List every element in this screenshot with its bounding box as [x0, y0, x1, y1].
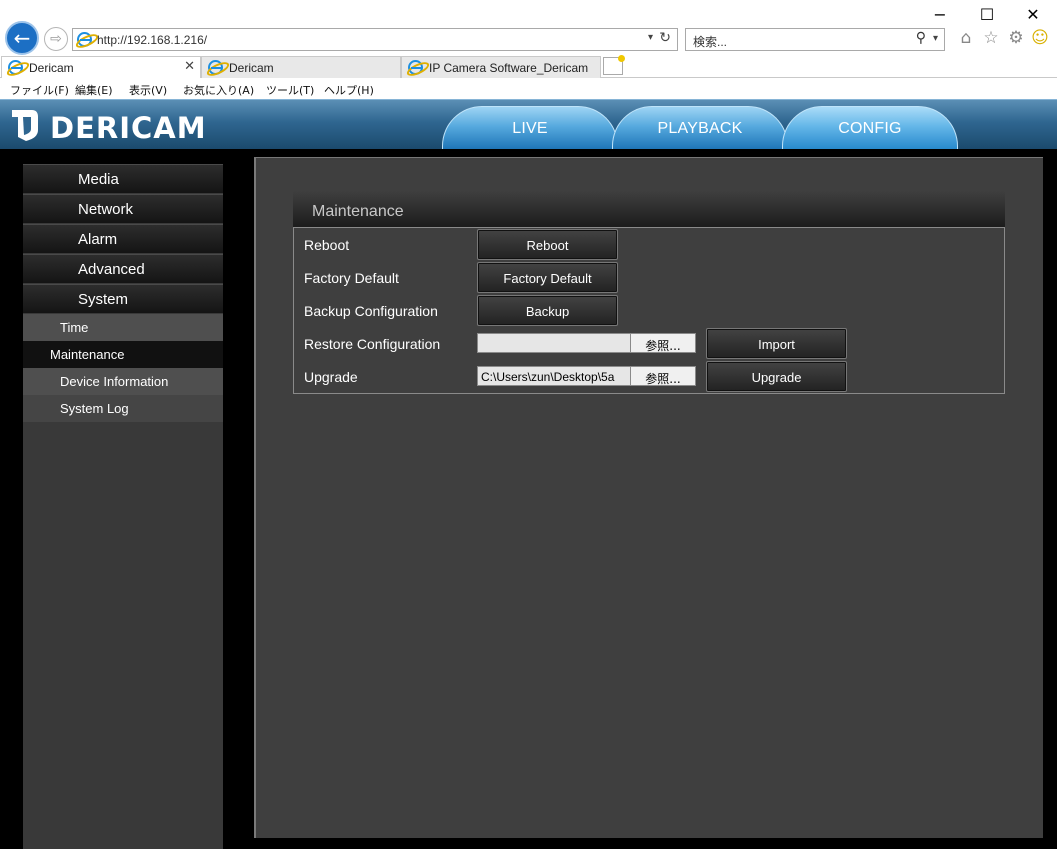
sidebar-item-label: Advanced	[78, 261, 145, 278]
button-label: 参照...	[645, 339, 681, 353]
search-input[interactable]: 検索... ⚲ ▾	[685, 28, 945, 51]
close-tab-icon[interactable]: ✕	[184, 59, 195, 74]
maintenance-section-header: Maintenance	[293, 190, 1005, 227]
address-text: http://192.168.1.216/	[97, 33, 208, 47]
sidebar-subitem-device-information[interactable]: Device Information	[23, 368, 223, 395]
app-header: DERICAM LIVE PLAYBACK CONFIG	[0, 99, 1057, 150]
import-button[interactable]: Import	[706, 328, 847, 359]
button-label: Reboot	[526, 238, 569, 253]
restore-browse-button[interactable]: 参照...	[630, 333, 696, 353]
ie-logo-icon	[208, 60, 223, 75]
settings-gear-icon[interactable]: ⚙	[1006, 27, 1026, 49]
button-label: 参照...	[645, 372, 681, 386]
factory-default-button[interactable]: Factory Default	[477, 262, 618, 293]
search-placeholder: 検索...	[693, 35, 728, 49]
tab-dericam-active[interactable]: Dericam ✕	[1, 56, 201, 79]
sidebar-subitem-time[interactable]: Time	[23, 314, 223, 341]
sidebar-subitem-label: System Log	[60, 401, 129, 416]
upgrade-browse-button[interactable]: 参照...	[630, 366, 696, 386]
menu-bar: ファイル(F) 編集(E) 表示(V) お気に入り(A) ツール(T) ヘルプ(…	[0, 78, 1057, 99]
menu-view[interactable]: 表示(V)	[129, 82, 167, 98]
address-dropdown-icon[interactable]: ▾	[648, 32, 653, 43]
menu-file[interactable]: ファイル(F)	[10, 82, 69, 98]
factory-default-label: Factory Default	[304, 270, 399, 286]
back-button[interactable]: ←	[5, 21, 39, 55]
nav-tab-config[interactable]: CONFIG	[782, 106, 958, 150]
button-label: Backup	[525, 304, 570, 319]
tab-label: Dericam	[229, 61, 274, 75]
favorites-star-icon[interactable]: ☆	[981, 27, 1001, 49]
refresh-icon[interactable]: ↻	[659, 30, 671, 46]
sidebar-item-advanced[interactable]: Advanced	[23, 254, 223, 283]
upgrade-file-input[interactable]: C:\Users\zun\Desktop\5a	[477, 366, 631, 386]
address-bar[interactable]: http://192.168.1.216/ ▾ ↻	[72, 28, 678, 51]
close-window-button[interactable]: ✕	[1021, 4, 1045, 26]
backup-configuration-label: Backup Configuration	[304, 303, 438, 319]
sidebar-item-network[interactable]: Network	[23, 194, 223, 223]
upgrade-button[interactable]: Upgrade	[706, 361, 847, 392]
sidebar-item-label: System	[78, 291, 129, 308]
tab-dericam[interactable]: Dericam	[201, 56, 401, 78]
search-dropdown-icon[interactable]: ▾	[933, 33, 938, 44]
minimize-button[interactable]: −	[928, 4, 952, 26]
button-label: Factory Default	[503, 271, 592, 286]
menu-help[interactable]: ヘルプ(H)	[324, 82, 374, 98]
menu-tools[interactable]: ツール(T)	[266, 82, 314, 98]
reboot-label: Reboot	[304, 237, 350, 253]
sidebar-item-media[interactable]: Media	[23, 164, 223, 193]
sidebar-item-alarm[interactable]: Alarm	[23, 224, 223, 253]
backup-button[interactable]: Backup	[477, 295, 618, 326]
tab-strip: Dericam ✕ Dericam IP Camera Software_Der…	[0, 55, 1057, 79]
tab-ip-camera-software[interactable]: IP Camera Software_Dericam	[401, 56, 601, 78]
nav-tab-label: PLAYBACK	[657, 120, 743, 137]
tab-label: Dericam	[29, 61, 74, 75]
sidebar-item-label: Alarm	[78, 231, 118, 248]
reboot-button[interactable]: Reboot	[477, 229, 618, 260]
nav-tab-live[interactable]: LIVE	[442, 106, 618, 150]
button-label: Import	[758, 337, 795, 352]
sidebar-item-system[interactable]: System	[23, 284, 223, 313]
search-icon[interactable]: ⚲	[916, 30, 926, 46]
sidebar-subitem-label: Maintenance	[50, 347, 125, 362]
sidebar-item-label: Media	[78, 171, 119, 188]
menu-edit[interactable]: 編集(E)	[75, 82, 113, 98]
menu-favorites[interactable]: お気に入り(A)	[183, 82, 254, 98]
ie-logo-icon	[77, 32, 92, 47]
sidebar-item-label: Network	[78, 201, 134, 218]
maximize-button[interactable]: ☐	[975, 4, 999, 26]
tab-label: IP Camera Software_Dericam	[429, 61, 589, 75]
nav-tab-playback[interactable]: PLAYBACK	[612, 106, 788, 150]
upgrade-label: Upgrade	[304, 369, 358, 385]
brand-name: DERICAM	[50, 111, 207, 145]
ie-logo-icon	[408, 60, 423, 75]
restore-configuration-label: Restore Configuration	[304, 336, 441, 352]
forward-button[interactable]: ⇨	[44, 27, 68, 51]
ie-logo-icon	[8, 60, 23, 75]
smiley-feedback-icon[interactable]: ☺	[1030, 27, 1050, 49]
sidebar-subitem-label: Time	[60, 320, 89, 335]
nav-tab-label: LIVE	[512, 120, 548, 137]
browser-titlebar: − ☐ ✕ ← ⇨ http://192.168.1.216/ ▾ ↻ 検索..…	[0, 0, 1057, 56]
sidebar-subitem-system-log[interactable]: System Log	[23, 395, 223, 422]
new-tab-button[interactable]	[603, 55, 625, 75]
sidebar-subitem-label: Device Information	[60, 374, 169, 389]
home-icon[interactable]: ⌂	[956, 27, 976, 49]
restore-file-input[interactable]	[477, 333, 631, 353]
config-sidebar: Media Network Alarm Advanced System Time…	[23, 164, 223, 849]
dericam-logo-icon	[12, 110, 38, 141]
button-label: Upgrade	[751, 370, 802, 385]
section-title: Maintenance	[312, 203, 404, 220]
file-path-value: C:\Users\zun\Desktop\5a	[481, 370, 615, 384]
nav-tab-label: CONFIG	[838, 120, 902, 137]
sidebar-subitem-maintenance[interactable]: Maintenance	[23, 341, 223, 368]
